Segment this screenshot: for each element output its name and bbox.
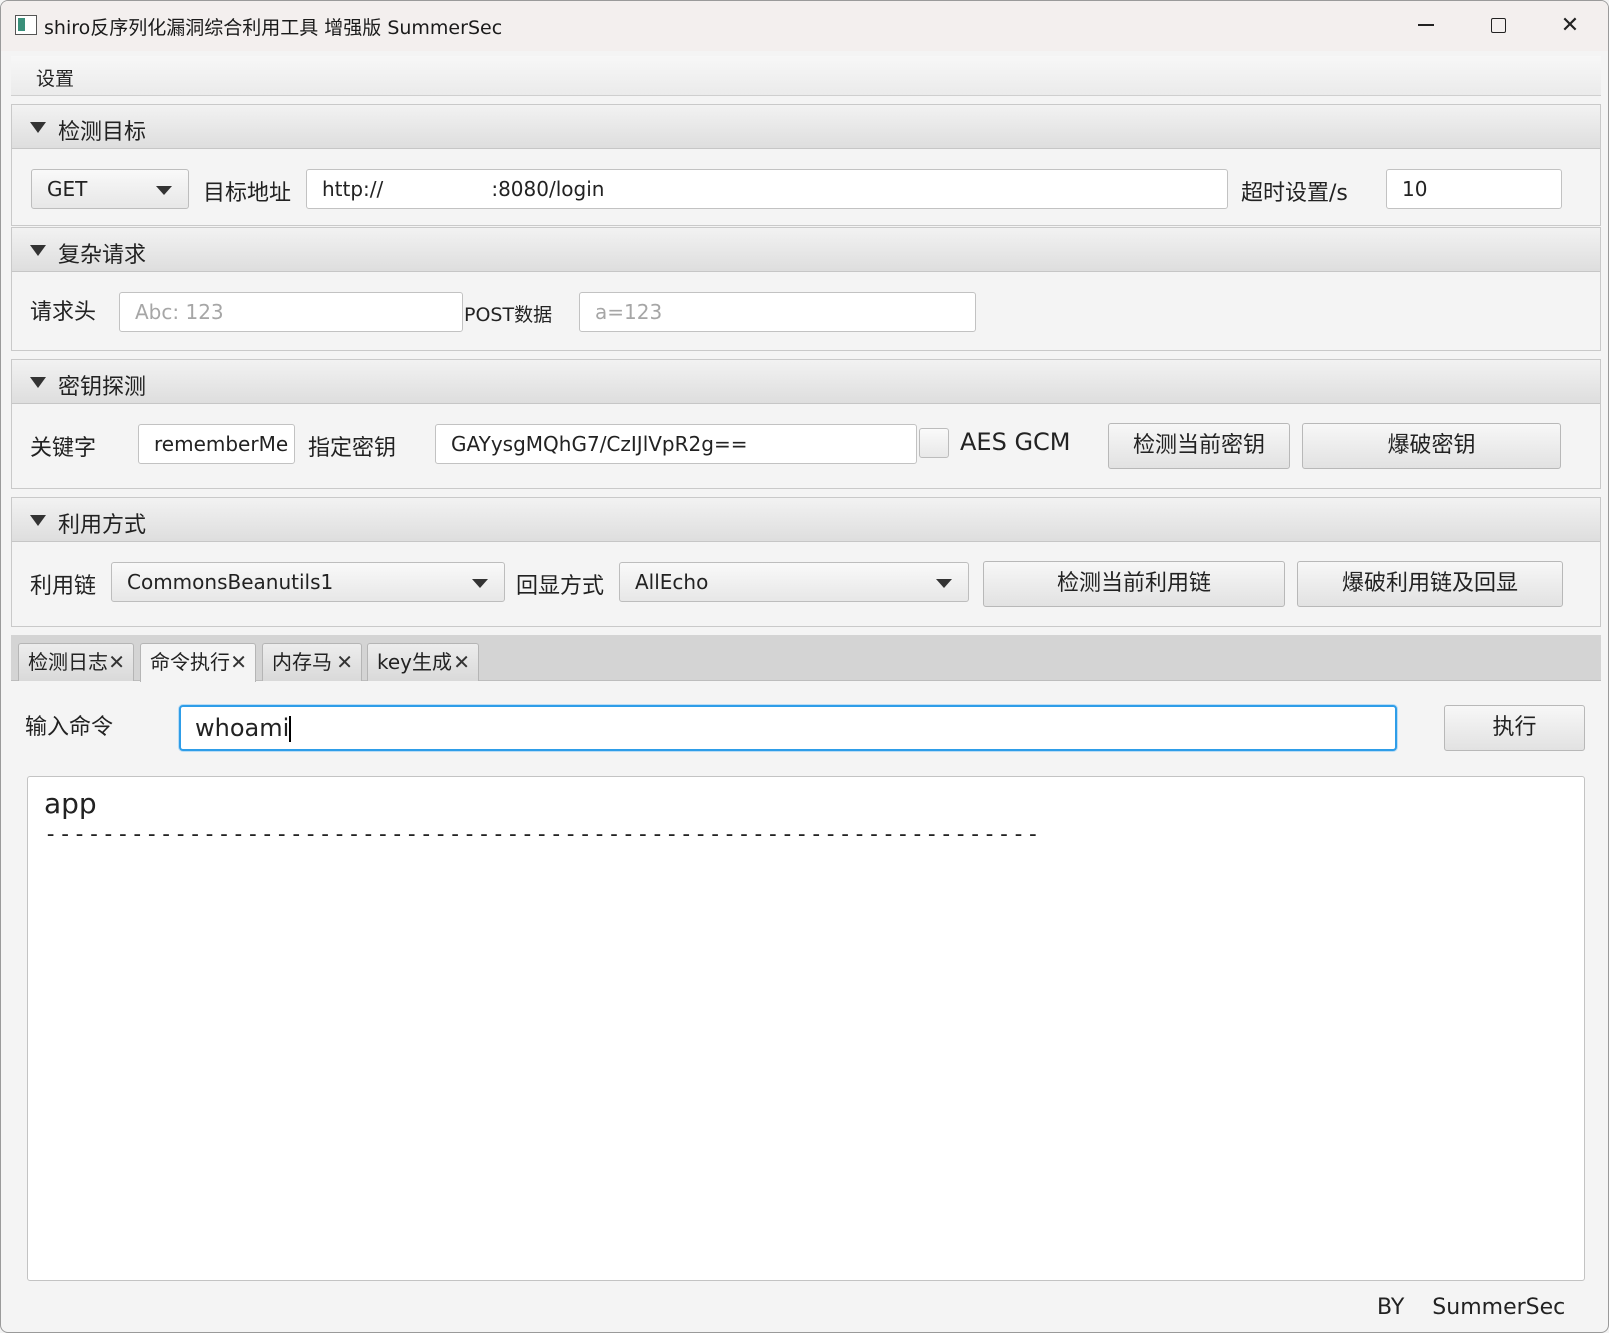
command-label: 输入命令 [25, 715, 114, 740]
tab-detect-log[interactable]: 检测日志 ✕ [18, 643, 134, 681]
brute-chain-button[interactable]: 爆破利用链及回显 [1297, 561, 1563, 607]
gadget-chain-value: CommonsBeanutils1 [127, 570, 334, 594]
url-label: 目标地址 [203, 181, 292, 206]
exploit-pane-title: 利用方式 [58, 513, 147, 538]
collapse-arrow-icon [30, 245, 46, 256]
complex-pane-title: 复杂请求 [58, 243, 147, 268]
execute-button[interactable]: 执行 [1444, 705, 1585, 751]
url-input[interactable]: http:// :8080/login [306, 169, 1228, 209]
complex-pane-header[interactable]: 复杂请求 [12, 228, 1600, 272]
tab-key-gen[interactable]: key生成 ✕ [367, 643, 479, 681]
tab-label: 检测日志 [28, 650, 108, 674]
chevron-down-icon [472, 579, 488, 588]
gadget-chain-select[interactable]: CommonsBeanutils1 [111, 562, 505, 602]
post-label: POST数据 [464, 304, 553, 326]
key-detect-pane: 密钥探测 关键字 rememberMe 指定密钥 GAYysgMQhG7/CzI… [11, 359, 1601, 489]
close-tab-icon[interactable]: ✕ [230, 644, 247, 680]
key-label: 指定密钥 [308, 436, 397, 461]
key-input[interactable]: GAYysgMQhG7/CzIJlVpR2g== [435, 424, 917, 464]
post-data-input[interactable]: a=123 [579, 292, 976, 332]
keyword-input[interactable]: rememberMe [138, 424, 295, 464]
key-pane-title: 密钥探测 [58, 375, 147, 400]
target-pane-header[interactable]: 检测目标 [12, 105, 1600, 149]
maximize-button[interactable] [1463, 1, 1533, 49]
timeout-input[interactable]: 10 [1386, 169, 1562, 209]
method-select[interactable]: GET [31, 169, 189, 209]
tab-command-exec[interactable]: 命令执行 ✕ [140, 643, 256, 682]
tab-label: 命令执行 [150, 650, 230, 674]
timeout-label: 超时设置/s [1241, 181, 1348, 206]
close-button[interactable]: ✕ [1535, 1, 1605, 49]
command-value: whoami [195, 714, 290, 742]
echo-mode-value: AllEcho [635, 570, 709, 594]
tab-label: 内存马 [272, 650, 332, 674]
minimize-icon [1418, 24, 1434, 26]
chain-label: 利用链 [30, 574, 97, 599]
brute-key-button[interactable]: 爆破密钥 [1302, 423, 1561, 469]
output-separator: ----------------------------------------… [44, 822, 1041, 847]
target-pane-title: 检测目标 [58, 120, 147, 145]
collapse-arrow-icon [30, 122, 46, 133]
exploit-pane: 利用方式 利用链 CommonsBeanutils1 回显方式 AllEcho … [11, 497, 1601, 627]
menu-bar: 设置 [11, 56, 1601, 96]
echo-label: 回显方式 [516, 574, 605, 599]
method-select-value: GET [47, 177, 88, 201]
aes-gcm-label: AES GCM [960, 428, 1071, 456]
key-pane-header[interactable]: 密钥探测 [12, 360, 1600, 404]
collapse-arrow-icon [30, 377, 46, 388]
footer-credit: BY SummerSec [1377, 1295, 1566, 1320]
maximize-icon [1490, 17, 1506, 33]
close-tab-icon[interactable]: ✕ [108, 644, 125, 680]
app-window: shiro反序列化漏洞综合利用工具 增强版 SummerSec ✕ 设置 检测目… [0, 0, 1609, 1333]
close-tab-icon[interactable]: ✕ [336, 644, 353, 680]
echo-mode-select[interactable]: AllEcho [619, 562, 969, 602]
check-chain-button[interactable]: 检测当前利用链 [983, 561, 1285, 607]
app-icon [15, 15, 37, 35]
exploit-pane-header[interactable]: 利用方式 [12, 498, 1600, 542]
minimize-button[interactable] [1391, 1, 1461, 49]
tab-label: key生成 [377, 650, 453, 674]
close-tab-icon[interactable]: ✕ [453, 644, 470, 680]
output-textarea[interactable]: app ------------------------------------… [27, 776, 1585, 1281]
complex-request-pane: 复杂请求 请求头 Abc: 123 POST数据 a=123 [11, 227, 1601, 351]
chevron-down-icon [936, 579, 952, 588]
title-bar[interactable]: shiro反序列化漏洞综合利用工具 增强版 SummerSec ✕ [1, 1, 1608, 51]
output-line: app [44, 787, 97, 820]
chevron-down-icon [156, 186, 172, 195]
tab-memshell[interactable]: 内存马 ✕ [262, 643, 362, 681]
close-icon: ✕ [1560, 12, 1580, 38]
window-title: shiro反序列化漏洞综合利用工具 增强版 SummerSec [44, 17, 503, 39]
aes-gcm-checkbox[interactable] [919, 428, 949, 458]
text-cursor [289, 716, 291, 742]
keyword-label: 关键字 [30, 436, 97, 461]
header-input[interactable]: Abc: 123 [119, 292, 463, 332]
header-label: 请求头 [30, 300, 97, 325]
menu-settings[interactable]: 设置 [36, 64, 74, 91]
check-key-button[interactable]: 检测当前密钥 [1108, 423, 1290, 469]
target-pane: 检测目标 GET 目标地址 http:// :8080/login 超时设置/s… [11, 104, 1601, 226]
command-input[interactable]: whoami [179, 705, 1397, 751]
collapse-arrow-icon [30, 515, 46, 526]
tab-bar: 检测日志 ✕ 命令执行 ✕ 内存马 ✕ key生成 ✕ [11, 635, 1601, 682]
